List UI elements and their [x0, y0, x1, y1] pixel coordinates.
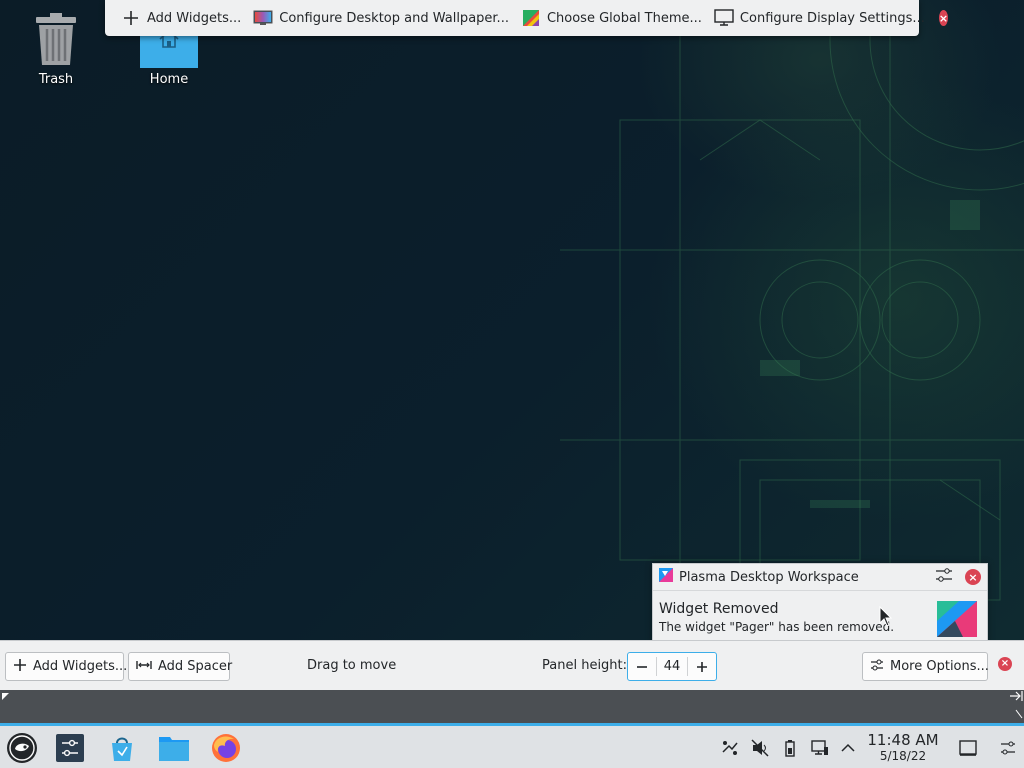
notification-close-icon[interactable]: ×	[965, 569, 981, 585]
clock-date: 5/18/22	[879, 749, 927, 763]
show-desktop-icon[interactable]	[958, 738, 978, 758]
panel-settings-icon[interactable]	[998, 738, 1018, 758]
plasma-app-icon	[659, 568, 673, 586]
desktop-icon-label: Trash	[38, 72, 74, 87]
mouse-pointer-icon	[879, 606, 893, 627]
monitor-icon	[714, 9, 734, 27]
desktop-icon-label: Home	[149, 72, 189, 87]
plus-icon	[13, 658, 27, 676]
more-options-button[interactable]: More Options...	[862, 652, 989, 681]
toolbox-add-widgets-label: Add Widgets...	[147, 10, 242, 26]
trash-icon	[27, 10, 85, 68]
clock-time: 11:48 AM	[867, 731, 939, 749]
volume-muted-icon[interactable]	[750, 738, 770, 758]
notification-settings-icon[interactable]	[935, 567, 953, 587]
add-spacer-button[interactable]: Add Spacer	[128, 652, 233, 681]
theme-palette-icon	[521, 9, 541, 27]
taskbar-dolphin-file-manager[interactable]	[156, 730, 192, 766]
panel-config-close-icon[interactable]: ×	[998, 657, 1012, 671]
battery-icon[interactable]	[780, 738, 800, 758]
panel-height-spinbox[interactable]: 44	[627, 652, 717, 681]
global-theme-button[interactable]: Choose Global Theme...	[515, 4, 708, 32]
display-settings-button[interactable]: Configure Display Settings...	[708, 4, 931, 32]
notification-body[interactable]: Widget Removed The widget "Pager" has be…	[653, 591, 987, 637]
configure-desktop-label: Configure Desktop and Wallpaper...	[279, 10, 509, 26]
global-theme-label: Choose Global Theme...	[546, 10, 702, 26]
configure-desktop-button[interactable]: Configure Desktop and Wallpaper...	[247, 4, 515, 32]
display-settings-label: Configure Display Settings...	[739, 10, 925, 26]
taskbar-firefox[interactable]	[208, 730, 244, 766]
drag-to-move-handle[interactable]: Drag to move	[307, 658, 396, 673]
notification-app-name: Plasma Desktop Workspace	[679, 569, 859, 585]
increase-height-button[interactable]	[688, 653, 716, 680]
taskbar-panel: 11:48 AM 5/18/22	[0, 723, 1024, 768]
opensuse-logo-icon	[7, 733, 37, 763]
desktop-icon-trash[interactable]: Trash	[11, 10, 101, 87]
panel-height-label: Panel height:	[542, 658, 628, 673]
toolbox-add-widgets-button[interactable]: Add Widgets...	[115, 4, 247, 32]
notification-title: Widget Removed	[659, 601, 779, 617]
notification-header: Plasma Desktop Workspace ×	[653, 564, 987, 591]
system-settings-icon	[56, 734, 84, 762]
spacer-icon	[136, 659, 152, 675]
discover-store-icon	[112, 737, 132, 761]
toolbox-close-icon[interactable]: ×	[938, 10, 949, 26]
application-launcher-button[interactable]	[4, 730, 40, 766]
desktop[interactable]: Trash Home	[0, 0, 1024, 640]
plus-icon	[121, 9, 141, 27]
kde-connect-icon[interactable]	[720, 738, 740, 758]
add-spacer-label: Add Spacer	[158, 659, 233, 674]
desktop-toolbox: Add Widgets... Configure Desktop and Wal…	[105, 0, 949, 36]
wallpaper-pattern	[560, 0, 1024, 640]
ruler-handles	[2, 691, 1023, 719]
panel-edit-toolbar: Add Widgets... Add Spacer Drag to move P…	[0, 640, 1024, 690]
firefox-icon	[212, 734, 240, 762]
panel-add-widgets-label: Add Widgets...	[33, 659, 128, 674]
panel-height-value[interactable]: 44	[656, 657, 688, 676]
decrease-height-button[interactable]	[628, 653, 656, 680]
network-icon[interactable]	[810, 738, 830, 758]
plasma-logo-icon	[937, 601, 977, 637]
taskbar-system-settings[interactable]	[54, 730, 86, 766]
expand-tray-icon[interactable]	[838, 738, 858, 758]
notification-text: The widget "Pager" has been removed.	[659, 620, 895, 634]
settings-sliders-icon	[870, 658, 884, 676]
digital-clock[interactable]: 11:48 AM 5/18/22	[866, 732, 940, 764]
taskbar-discover[interactable]	[106, 730, 138, 766]
notification-popup: Plasma Desktop Workspace × Widget Remove…	[652, 563, 988, 643]
panel-add-widgets-button[interactable]: Add Widgets...	[5, 652, 128, 681]
folder-icon	[159, 737, 189, 761]
panel-ruler[interactable]	[0, 690, 1024, 723]
wallpaper-icon	[253, 9, 273, 27]
more-options-label: More Options...	[890, 659, 989, 674]
